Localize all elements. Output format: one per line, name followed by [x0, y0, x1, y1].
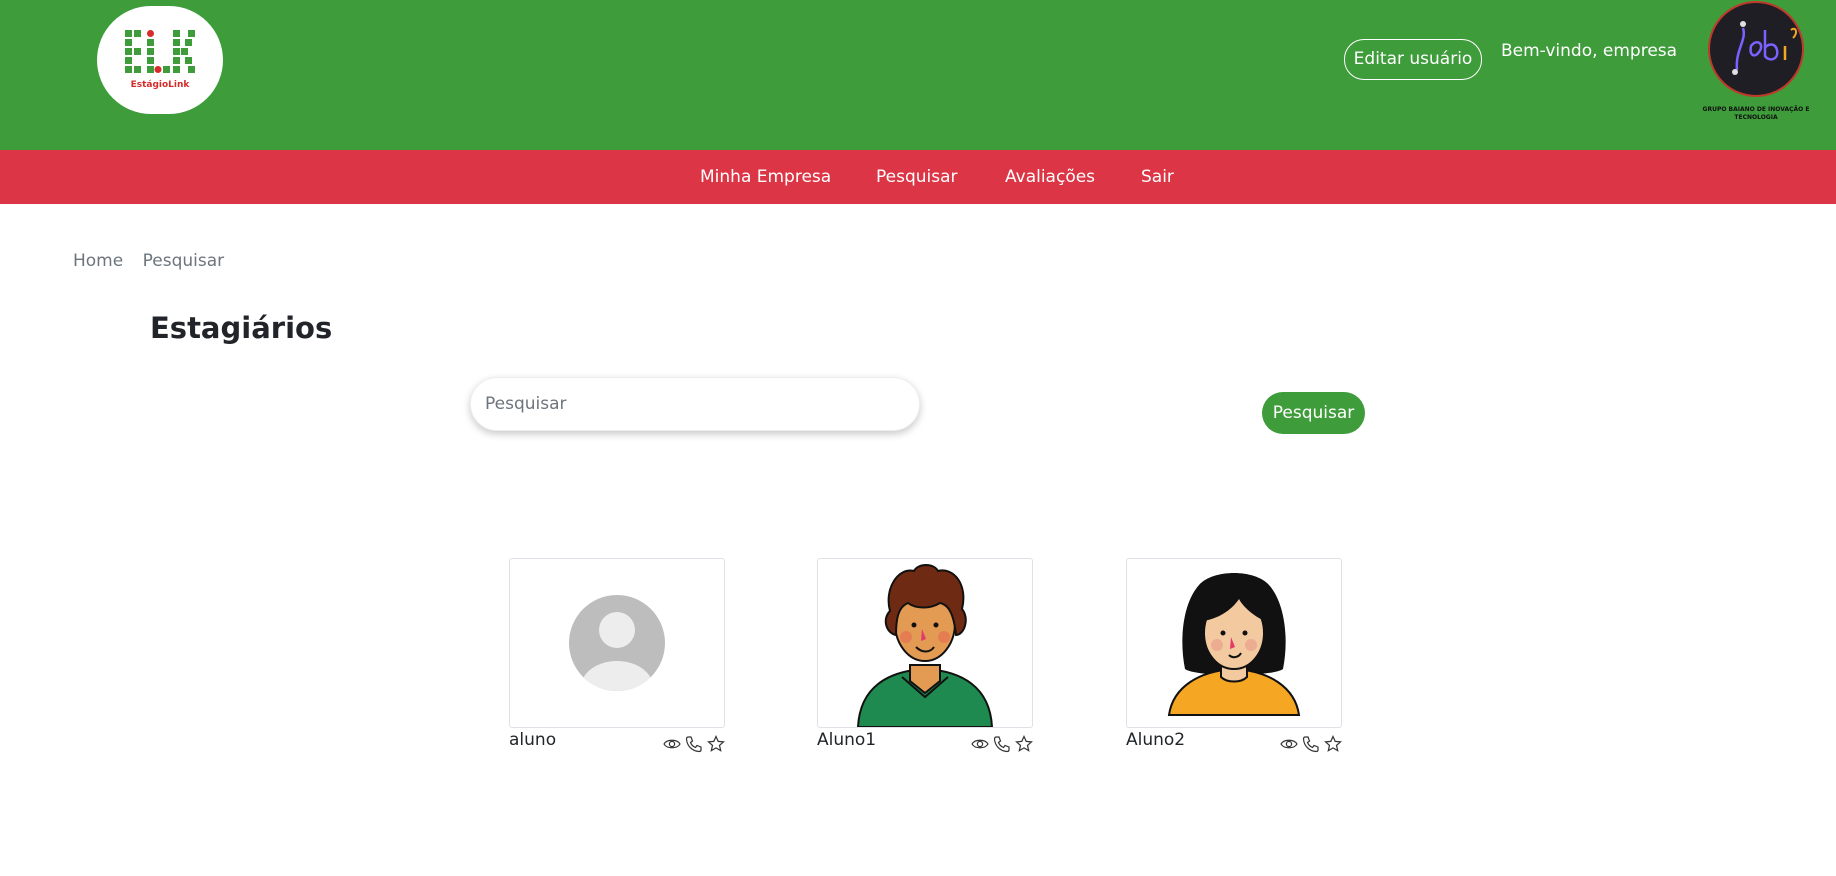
curly-hair-boy-avatar — [856, 564, 994, 727]
intern-name: Aluno2 — [1126, 730, 1186, 750]
phone-icon[interactable] — [1302, 735, 1320, 753]
search-input[interactable] — [470, 377, 920, 431]
star-icon[interactable] — [1015, 735, 1033, 753]
gbit-logo-icon[interactable] — [1707, 0, 1805, 98]
eye-icon[interactable] — [663, 735, 681, 753]
intern-card[interactable]: Aluno1 — [817, 558, 1033, 753]
star-icon[interactable] — [707, 735, 725, 753]
main-nav: Minha Empresa Pesquisar Avaliações Sair — [0, 150, 1836, 204]
intern-photo[interactable] — [817, 558, 1033, 728]
card-actions — [1280, 735, 1342, 753]
breadcrumb: Home Pesquisar — [73, 251, 238, 271]
intern-name: Aluno1 — [817, 730, 877, 750]
nav-item-minha-empresa[interactable]: Minha Empresa — [700, 150, 831, 204]
intern-card[interactable]: aluno — [509, 558, 725, 753]
eye-icon[interactable] — [971, 735, 989, 753]
eye-icon[interactable] — [1280, 735, 1298, 753]
elk-logo-icon — [125, 30, 195, 73]
search-button[interactable]: Pesquisar — [1262, 392, 1365, 434]
intern-card[interactable]: Aluno2 — [1126, 558, 1342, 753]
page-title: Estagiários — [150, 311, 333, 345]
breadcrumb-current: Pesquisar — [142, 251, 225, 271]
intern-photo[interactable] — [1126, 558, 1342, 728]
welcome-text: Bem-vindo, empresa — [1501, 41, 1678, 61]
card-actions — [971, 735, 1033, 753]
star-icon[interactable] — [1324, 735, 1342, 753]
phone-icon[interactable] — [993, 735, 1011, 753]
nav-item-sair[interactable]: Sair — [1141, 150, 1174, 204]
card-actions — [663, 735, 725, 753]
top-header: EstágioLink Editar usuário Bem-vindo, em… — [0, 0, 1836, 150]
phone-icon[interactable] — [685, 735, 703, 753]
default-avatar-icon — [569, 595, 665, 691]
breadcrumb-home[interactable]: Home — [73, 251, 123, 271]
partner-caption: GRUPO BAIANO DE INOVAÇÃO E TECNOLOGIA — [1702, 106, 1810, 121]
edit-user-button[interactable]: Editar usuário — [1344, 39, 1482, 80]
nav-item-pesquisar[interactable]: Pesquisar — [876, 150, 958, 204]
logo-text: EstágioLink — [130, 80, 190, 90]
nav-item-avaliacoes[interactable]: Avaliações — [1005, 150, 1095, 204]
intern-name: aluno — [509, 730, 557, 750]
estagiolink-logo[interactable]: EstágioLink — [97, 6, 223, 114]
black-hair-girl-avatar — [1167, 573, 1301, 716]
intern-photo[interactable] — [509, 558, 725, 728]
